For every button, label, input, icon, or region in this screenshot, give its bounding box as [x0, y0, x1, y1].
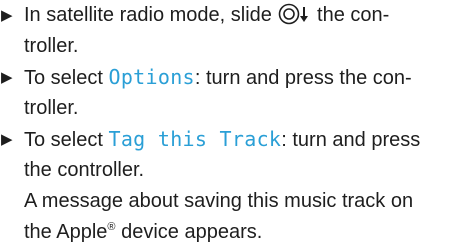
step-3-text: To select Tag this Track: turn and press… [24, 124, 459, 186]
result-line-2: the Apple® device appears. [24, 221, 263, 243]
bullet-arrow-icon: ▶ [1, 131, 13, 148]
step-3-line-1: To select Tag this Track: turn and press [24, 127, 421, 151]
controller-slide-down-icon [278, 3, 310, 35]
ui-term-tag-this-track: Tag this Track [108, 127, 282, 151]
bullet-arrow-icon: ▶ [1, 7, 13, 24]
step-1-line-2: troller. [24, 35, 79, 57]
step-2-line-2: troller. [24, 97, 79, 119]
step-1-text: In satellite radio mode, slide the con- … [24, 0, 459, 62]
ui-term-options: Options [108, 65, 195, 89]
result-text: A message about saving this music track … [24, 186, 413, 248]
step-1-line-1: In satellite radio mode, slide the con- [24, 0, 459, 31]
result-line-1: A message about saving this music track … [24, 190, 414, 212]
bullet-arrow-icon: ▶ [1, 69, 13, 86]
registered-mark: ® [107, 221, 116, 233]
step-3-line-2: the controller. [24, 159, 145, 181]
step-2-text: To select Options: turn and press the co… [24, 62, 459, 124]
instruction-list: ▶ In satellite radio mode, slide the con… [0, 0, 463, 249]
step-2-line-1: To select Options: turn and press the co… [24, 65, 412, 89]
